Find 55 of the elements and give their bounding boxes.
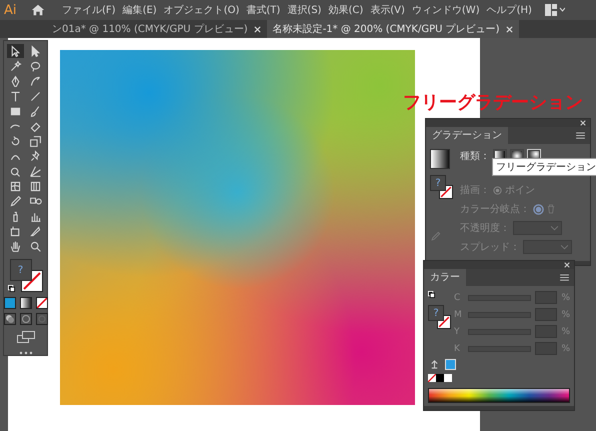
close-icon[interactable]	[564, 262, 570, 268]
home-icon[interactable]	[31, 3, 45, 17]
menu-item[interactable]: 編集(E)	[122, 3, 157, 17]
fill-swatch[interactable]: ?	[430, 175, 446, 191]
tooltip: フリーグラデーション	[492, 158, 596, 176]
none-mode-icon[interactable]	[36, 297, 48, 309]
menu-item[interactable]: 表示(V)	[370, 3, 405, 17]
scale-icon[interactable]	[27, 134, 44, 148]
chevron-icon	[551, 226, 558, 230]
radio-icon[interactable]	[493, 186, 502, 194]
close-icon[interactable]	[506, 26, 513, 32]
menu-item[interactable]: 効果(C)	[328, 3, 364, 17]
menu-item[interactable]: ファイル(F)	[62, 3, 116, 17]
layout-icon[interactable]	[544, 4, 565, 16]
menu-item[interactable]: 選択(S)	[287, 3, 322, 17]
percent-label: %	[561, 326, 570, 336]
menu-icon[interactable]	[560, 274, 569, 281]
gradient-swatch[interactable]	[430, 149, 450, 169]
fill-swatch[interactable]: ?	[428, 305, 444, 321]
percent-label: %	[561, 344, 570, 354]
menu-item[interactable]: ヘルプ(H)	[486, 3, 532, 17]
value-field[interactable]	[535, 342, 558, 355]
value-field[interactable]	[535, 308, 558, 321]
value-field[interactable]	[535, 291, 558, 304]
menu-item[interactable]: ウィンドウ(W)	[412, 3, 480, 17]
menu-item[interactable]: 書式(T)	[246, 3, 280, 17]
close-icon[interactable]	[254, 26, 261, 32]
color-spectrum[interactable]	[428, 388, 570, 403]
default-colors-icon[interactable]	[8, 285, 14, 292]
type-label: 種類：	[460, 150, 490, 163]
color-swatch[interactable]	[445, 359, 456, 370]
draw-normal-icon[interactable]	[4, 313, 16, 325]
chevron-icon	[561, 244, 568, 250]
menu-icon[interactable]	[576, 132, 585, 139]
none-swatch[interactable]	[428, 374, 436, 382]
panel-tab[interactable]: カラー	[424, 269, 466, 286]
draw-behind-icon[interactable]	[20, 313, 32, 325]
draw-inside-icon[interactable]	[36, 313, 48, 325]
value-field[interactable]	[535, 325, 558, 338]
more-icon[interactable]	[18, 351, 32, 355]
gradient-mode-icon[interactable]	[20, 297, 32, 309]
panel-tab[interactable]: グラデーション	[426, 127, 508, 144]
percent-label: %	[561, 310, 570, 320]
fill-swatch[interactable]: ?	[10, 259, 32, 281]
color-mode-icon[interactable]	[4, 297, 16, 309]
preset-swatch[interactable]	[444, 374, 452, 382]
percent-label: %	[561, 292, 570, 302]
document-tab[interactable]: 名称未設定-1* @ 200% (CMYK/GPU プレビュー)	[266, 20, 519, 38]
close-icon[interactable]	[580, 120, 586, 126]
menu-item[interactable]: オブジェクト(O)	[164, 3, 240, 17]
app-logo[interactable]: Ai	[4, 2, 24, 18]
screen-mode-icon[interactable]	[16, 331, 34, 343]
default-colors-icon[interactable]	[428, 291, 435, 298]
color-stop-icon[interactable]	[533, 204, 544, 214]
preset-swatch[interactable]	[436, 374, 444, 382]
